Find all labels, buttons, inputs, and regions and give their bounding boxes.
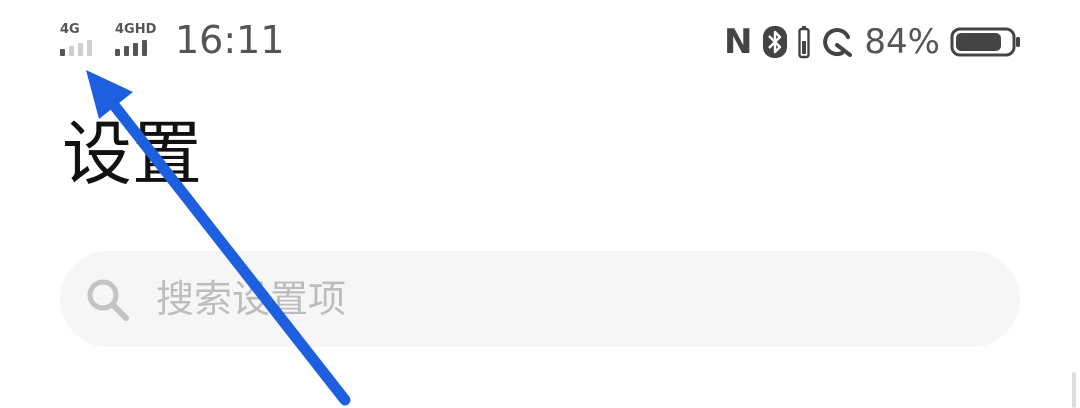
search-icon	[87, 279, 129, 321]
search-placeholder: 搜索设置项	[156, 277, 347, 321]
sim1-network-type: 4G	[60, 22, 80, 37]
sim1-signal-bars-icon	[60, 40, 92, 56]
bluetooth-icon	[763, 26, 788, 58]
nfc-icon: N	[723, 22, 753, 62]
status-right-icons: N 84%	[724, 20, 1022, 64]
battery-percent: 84%	[864, 22, 940, 62]
battery-saver-icon	[798, 26, 811, 59]
battery-icon	[950, 27, 1020, 57]
status-clock: 16:11	[175, 18, 285, 62]
sim2-signal-bars-icon	[115, 40, 147, 56]
page-title: 设置	[62, 113, 202, 195]
data-sync-icon	[823, 28, 853, 57]
scroll-indicator	[1072, 372, 1076, 408]
status-bar: 4G 4GHD 16:11 N 84%	[0, 0, 1080, 80]
search-input[interactable]: 搜索设置项	[60, 251, 1020, 347]
sim2-network-type: 4GHD	[115, 22, 157, 37]
